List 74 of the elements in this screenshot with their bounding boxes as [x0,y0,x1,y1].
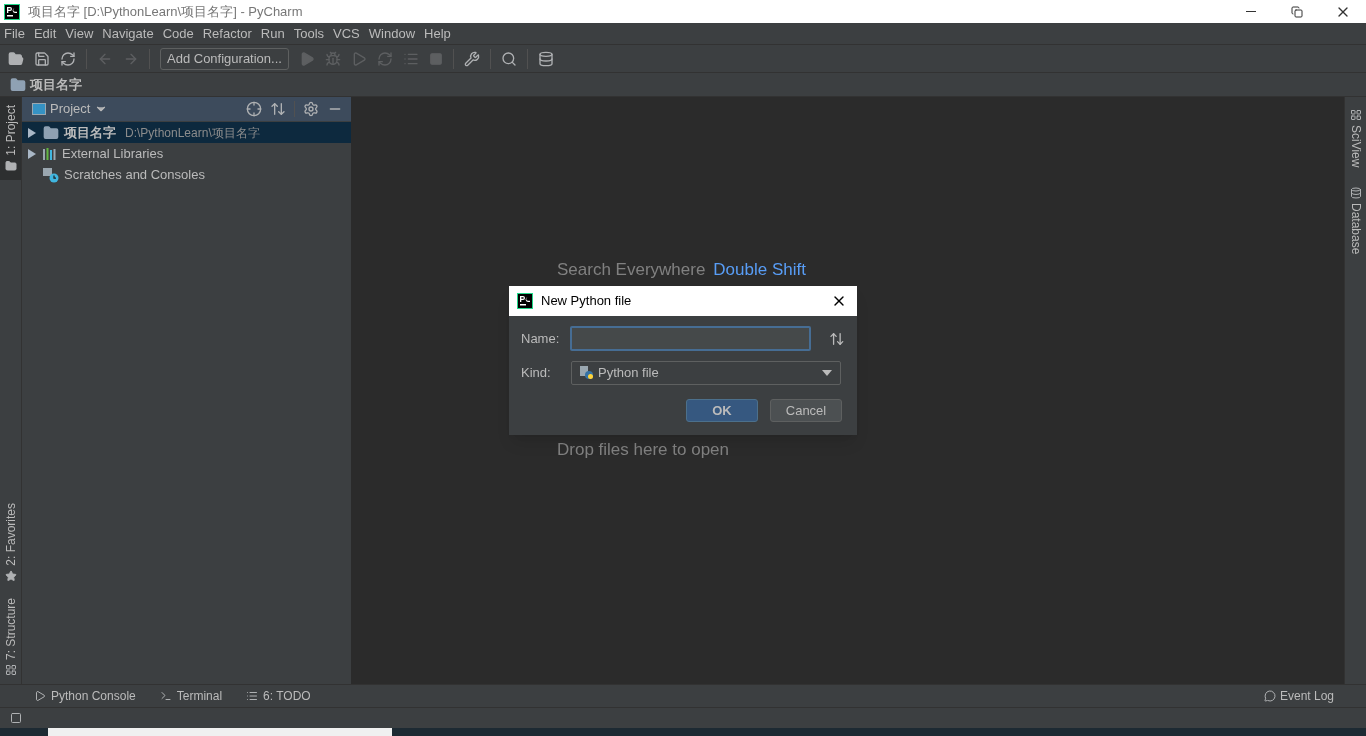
panel-icon [32,103,46,115]
tree-item-label: External Libraries [62,144,164,163]
menu-item[interactable]: Edit [33,23,57,44]
panel-title-dropdown[interactable]: Project [50,99,109,119]
open-folder-icon[interactable] [8,50,24,67]
scratches-icon [43,166,59,183]
tool-window-tab[interactable]: 2: Favorites [0,495,21,590]
tool-window-tab[interactable]: SciView [1346,109,1365,168]
folder-icon [43,124,59,141]
tree-item-label: Scratches and Consoles [64,165,205,184]
structure-icon [4,664,17,676]
expand-arrow[interactable] [26,126,38,139]
hint-text: Search Everywhere [557,260,706,280]
breadcrumb[interactable]: 项目名字 [30,74,82,95]
tree-item[interactable]: 项目名字 D:\PythonLearn\项目名字 [22,122,351,143]
tool-window-tab[interactable]: Python Console [34,687,136,705]
event-log-tab[interactable]: Event Log [1263,687,1334,705]
shortcut-text: Double Shift [713,260,806,280]
app-logo-icon [517,293,533,309]
tree-item-path: D:\PythonLearn\项目名字 [125,124,260,142]
settings-icon[interactable] [303,101,319,117]
collapse-icon[interactable] [270,101,286,117]
folder-icon [10,76,26,93]
expand-arrow[interactable] [26,147,38,160]
menu-item[interactable]: File [4,23,25,44]
menu-item[interactable]: Code [162,23,194,44]
caret-icon [822,370,832,376]
search-icon[interactable] [500,50,517,67]
tool-window-tab[interactable]: 6: TODO [246,687,311,705]
tool-window-tab[interactable]: Terminal [159,687,223,705]
hint-text: Drop files here to open [557,440,730,460]
name-input-field[interactable] [570,326,812,351]
python-file-icon [580,366,594,380]
restore-icon [1291,5,1303,18]
tool-window-tab[interactable]: 7: Structure [0,589,21,684]
wrench-icon[interactable] [463,50,480,67]
tree-item[interactable]: External Libraries [22,143,351,164]
database-icon [1349,187,1362,200]
menu-item[interactable]: Tools [293,23,325,44]
play-icon [34,690,46,702]
tree-item[interactable]: Scratches and Consoles [22,164,351,185]
menu-item[interactable]: Refactor [202,23,252,44]
locate-icon[interactable] [246,101,262,117]
kind-dropdown[interactable]: Python file [571,361,841,385]
layout-toggle-icon[interactable] [10,712,22,724]
save-icon[interactable] [34,50,50,67]
tool-window-tab[interactable]: Database [1346,187,1365,255]
menu-item[interactable]: View [65,23,94,44]
run-configuration-button[interactable]: Add Configuration... [160,47,289,70]
menu-item[interactable]: Help [424,23,451,44]
sort-icon[interactable] [829,330,845,347]
window-title: 项目名字 [D:\PythonLearn\项目名字] - PyCharm [28,2,303,21]
tree-item-label: 项目名字 [64,123,116,142]
field-label: Name: [521,329,561,348]
field-label: Kind: [521,364,552,383]
menu-item[interactable]: Navigate [102,23,154,44]
minimize-icon [1246,11,1256,12]
menu-item[interactable]: VCS [333,23,360,44]
terminal-icon [159,690,172,702]
speech-bubble-icon [1263,690,1276,702]
libraries-icon [43,147,57,160]
menu-item[interactable]: Window [368,23,416,44]
menu-item[interactable]: Run [260,23,285,44]
grid-icon [1349,109,1362,121]
database-icon[interactable] [537,50,554,67]
list-icon [246,690,259,702]
app-logo-icon [4,3,20,20]
dialog-button[interactable]: Cancel [770,399,842,422]
star-icon [4,569,17,582]
dialog-title: New Python file [541,292,632,311]
folder-icon [4,159,17,172]
dialog-button[interactable]: OK [686,399,758,422]
tool-window-tab[interactable]: 1: Project [0,97,21,180]
sync-icon[interactable] [60,50,76,67]
